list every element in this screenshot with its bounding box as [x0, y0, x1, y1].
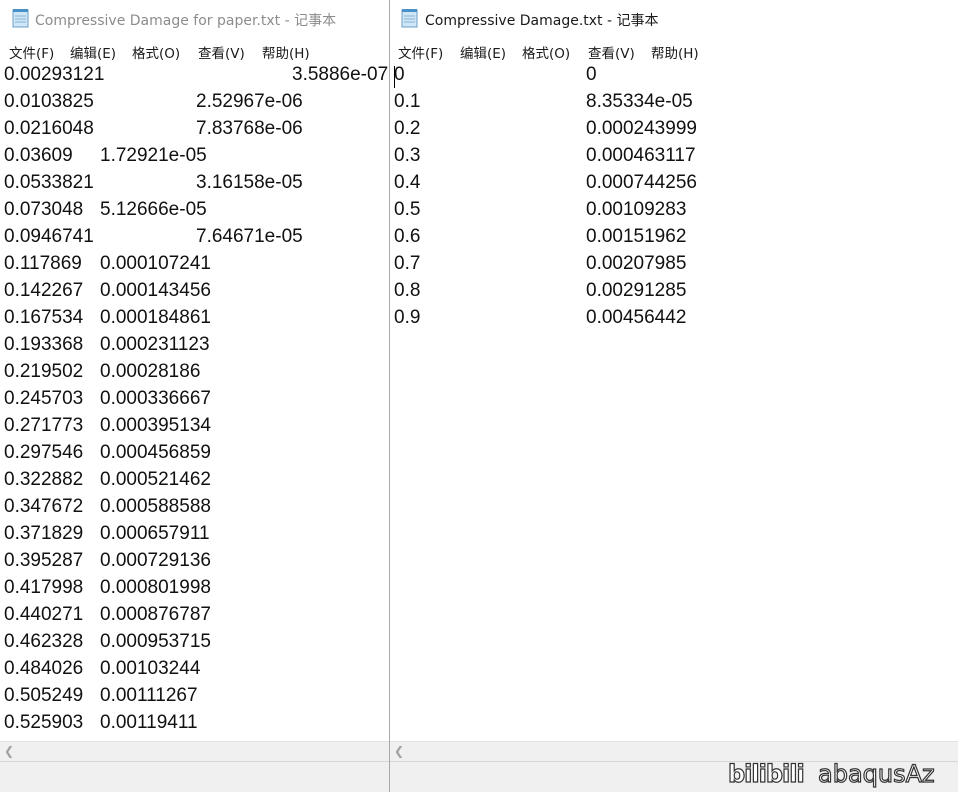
text-line: 0.073048 5.12666e-05 — [4, 199, 207, 220]
text-line: 0.00293121 3.5886e-07 — [4, 64, 389, 85]
text-line: 0.0533821 3.16158e-05 — [4, 172, 303, 193]
title-bar[interactable]: Compressive Damage for paper.txt - 记事本 — [0, 0, 389, 38]
menu-edit[interactable]: 编辑(E) — [460, 42, 506, 62]
text-editor-area[interactable]: 0 0 0.1 8.35334e-05 0.2 0.000243999 0.3 0.0… — [390, 63, 958, 742]
text-line: 0.0946741 7.64671e-05 — [4, 226, 303, 247]
status-bar — [0, 761, 389, 792]
text-line: 0.7 0.00207985 — [394, 253, 687, 274]
text-line: 0.9 0.00456442 — [394, 307, 687, 328]
text-line: 0 0 — [394, 64, 597, 85]
window-title: Compressive Damage.txt - 记事本 — [425, 13, 659, 29]
scroll-left-arrow-icon[interactable]: ❮ — [394, 744, 404, 758]
menu-bar: 文件(F) 编辑(E) 格式(O) 查看(V) 帮助(H) — [0, 38, 389, 63]
text-cursor — [394, 66, 395, 88]
menu-view[interactable]: 查看(V) — [588, 42, 635, 62]
menu-edit[interactable]: 编辑(E) — [70, 42, 116, 62]
menu-file[interactable]: 文件(F) — [9, 42, 54, 62]
text-line: 0.245703 0.000336667 — [4, 388, 211, 409]
text-line: 0.525903 0.00119411 — [4, 712, 198, 733]
text-line: 0.219502 0.00028186 — [4, 361, 201, 382]
text-line: 0.2 0.000243999 — [394, 118, 697, 139]
text-line: 0.8 0.00291285 — [394, 280, 687, 301]
menu-file[interactable]: 文件(F) — [398, 42, 443, 62]
text-editor-area[interactable]: 0.00293121 3.5886e-07 0.0103825 2.52967e-… — [0, 63, 389, 742]
text-line: 0.3 0.000463117 — [394, 145, 696, 166]
menu-view[interactable]: 查看(V) — [198, 42, 245, 62]
notepad-icon — [12, 8, 30, 28]
text-line: 0.03609 1.72921e-05 — [4, 145, 207, 166]
text-line: 0.271773 0.000395134 — [4, 415, 211, 436]
text-line: 0.297546 0.000456859 — [4, 442, 211, 463]
menu-help[interactable]: 帮助(H) — [651, 42, 699, 62]
text-line: 0.440271 0.000876787 — [4, 604, 211, 625]
text-line: 0.4 0.000744256 — [394, 172, 697, 193]
text-line: 0.0216048 7.83768e-06 — [4, 118, 303, 139]
text-line: 0.1 8.35334e-05 — [394, 91, 693, 112]
text-line: 0.417998 0.000801998 — [4, 577, 211, 598]
window-title: Compressive Damage for paper.txt - 记事本 — [35, 13, 337, 29]
text-line: 0.142267 0.000143456 — [4, 280, 211, 301]
text-line: 0.0103825 2.52967e-06 — [4, 91, 303, 112]
text-line: 0.371829 0.000657911 — [4, 523, 210, 544]
text-line: 0.6 0.00151962 — [394, 226, 687, 247]
horizontal-scrollbar[interactable]: ❮ — [390, 741, 958, 761]
text-line: 0.193368 0.000231123 — [4, 334, 210, 355]
text-line: 0.484026 0.00103244 — [4, 658, 201, 679]
menu-format[interactable]: 格式(O) — [522, 42, 570, 62]
text-line: 0.347672 0.000588588 — [4, 496, 211, 517]
text-line: 0.462328 0.000953715 — [4, 631, 211, 652]
notepad-icon — [401, 8, 419, 28]
uploader-name: abaqusAz — [817, 759, 935, 788]
text-line: 0.5 0.00109283 — [394, 199, 687, 220]
title-bar[interactable]: Compressive Damage.txt - 记事本 — [390, 0, 958, 38]
notepad-window-left: Compressive Damage for paper.txt - 记事本 文… — [0, 0, 390, 792]
text-line: 0.322882 0.000521462 — [4, 469, 211, 490]
menu-bar: 文件(F) 编辑(E) 格式(O) 查看(V) 帮助(H) — [390, 38, 958, 63]
scroll-left-arrow-icon[interactable]: ❮ — [4, 744, 14, 758]
text-line: 0.117869 0.000107241 — [4, 253, 211, 274]
notepad-window-right: Compressive Damage.txt - 记事本 文件(F) 编辑(E)… — [390, 0, 958, 792]
text-line: 0.167534 0.000184861 — [4, 307, 211, 328]
bilibili-logo: bilibili — [727, 759, 805, 788]
horizontal-scrollbar[interactable]: ❮ — [0, 741, 389, 761]
text-line: 0.505249 0.00111267 — [4, 685, 198, 706]
text-line: 0.395287 0.000729136 — [4, 550, 211, 571]
menu-help[interactable]: 帮助(H) — [262, 42, 310, 62]
menu-format[interactable]: 格式(O) — [132, 42, 180, 62]
